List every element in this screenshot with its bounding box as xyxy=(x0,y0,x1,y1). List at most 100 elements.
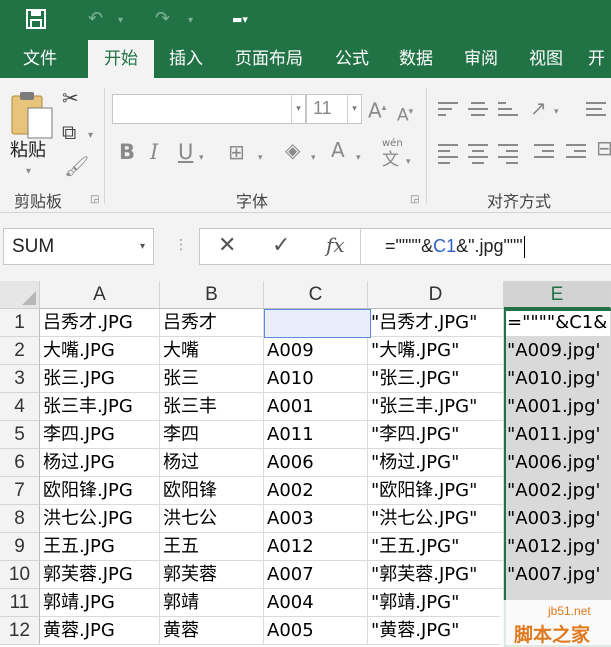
cell-e1[interactable]: =""""&C1& xyxy=(504,309,611,337)
tab-page-layout[interactable]: 页面布局 xyxy=(226,40,312,78)
enter-icon[interactable]: ✓ xyxy=(272,233,290,258)
tab-data[interactable]: 数据 xyxy=(390,40,442,78)
save-icon[interactable] xyxy=(25,8,47,30)
cell-b6[interactable]: 杨过 xyxy=(160,449,264,477)
cell-a7[interactable]: 欧阳锋.JPG xyxy=(40,477,160,505)
cell-a4[interactable]: 张三丰.JPG xyxy=(40,393,160,421)
row-header[interactable]: 3 xyxy=(0,365,40,393)
cell-a2[interactable]: 大嘴.JPG xyxy=(40,337,160,365)
tab-file[interactable]: 文件 xyxy=(8,40,72,78)
border-dropdown-icon[interactable]: ▾ xyxy=(258,148,263,168)
align-left-icon[interactable] xyxy=(438,144,458,168)
tab-view[interactable]: 视图 xyxy=(520,40,572,78)
cell-c8[interactable]: A003 xyxy=(264,505,368,533)
cell-e5[interactable]: "A011.jpg' xyxy=(504,421,611,449)
cell-a6[interactable]: 杨过.JPG xyxy=(40,449,160,477)
format-painter-icon[interactable]: 🖌 xyxy=(64,156,89,176)
cell-a8[interactable]: 洪七公.JPG xyxy=(40,505,160,533)
row-header[interactable]: 4 xyxy=(0,393,40,421)
orientation-dropdown-icon[interactable]: ▾ xyxy=(554,102,559,122)
cell-d1[interactable]: "吕秀才.JPG" xyxy=(368,309,504,337)
cell-a5[interactable]: 李四.JPG xyxy=(40,421,160,449)
cell-b11[interactable]: 郭靖 xyxy=(160,589,264,617)
cut-icon[interactable]: ✂ xyxy=(62,88,79,108)
cell-c5[interactable]: A011 xyxy=(264,421,368,449)
formula-bar-grip-icon[interactable]: ⋮ xyxy=(174,237,188,253)
cell-c7[interactable]: A002 xyxy=(264,477,368,505)
cell-e9[interactable]: "A012.jpg' xyxy=(504,533,611,561)
name-box[interactable]: SUM ▾ xyxy=(3,228,154,265)
cell-c9[interactable]: A012 xyxy=(264,533,368,561)
row-header[interactable]: 12 xyxy=(0,617,40,645)
row-header[interactable]: 5 xyxy=(0,421,40,449)
cell-d8[interactable]: "洪七公.JPG" xyxy=(368,505,504,533)
row-header[interactable]: 10 xyxy=(0,561,40,589)
bold-button[interactable]: B xyxy=(119,142,135,163)
cell-e6[interactable]: "A006.jpg' xyxy=(504,449,611,477)
tab-home[interactable]: 开始 xyxy=(88,40,154,78)
cell-e8[interactable]: "A003.jpg' xyxy=(504,505,611,533)
column-header-c[interactable]: C xyxy=(264,281,368,309)
font-launcher-icon[interactable]: ◲ xyxy=(410,194,419,205)
fill-color-icon[interactable]: ◈ xyxy=(285,140,300,160)
cell-d4[interactable]: "张三丰.JPG" xyxy=(368,393,504,421)
cell-a9[interactable]: 王五.JPG xyxy=(40,533,160,561)
tab-review[interactable]: 审阅 xyxy=(455,40,507,78)
row-header[interactable]: 9 xyxy=(0,533,40,561)
cell-c11[interactable]: A004 xyxy=(264,589,368,617)
row-header[interactable]: 8 xyxy=(0,505,40,533)
font-size-box[interactable]: 11 ▾ xyxy=(306,94,362,124)
cell-d6[interactable]: "杨过.JPG" xyxy=(368,449,504,477)
font-name-dropdown-icon[interactable]: ▾ xyxy=(291,95,305,123)
fill-color-dropdown-icon[interactable]: ▾ xyxy=(311,148,316,168)
cell-a12[interactable]: 黄蓉.JPG xyxy=(40,617,160,645)
cell-c3[interactable]: A010 xyxy=(264,365,368,393)
cell-c6[interactable]: A006 xyxy=(264,449,368,477)
cell-b2[interactable]: 大嘴 xyxy=(160,337,264,365)
cancel-icon[interactable]: ✕ xyxy=(218,233,236,258)
cell-c1[interactable]: A008 xyxy=(264,309,368,337)
align-right-icon[interactable] xyxy=(498,144,518,168)
cell-a11[interactable]: 郭靖.JPG xyxy=(40,589,160,617)
spreadsheet-grid[interactable]: A B C D E 1 吕秀才.JPG 吕秀才 A008 "吕秀才.JPG" =""""&… xyxy=(0,281,611,647)
phonetic-guide-icon[interactable]: 文 xyxy=(382,150,399,170)
cell-d12[interactable]: "黄蓉.JPG" xyxy=(368,617,504,645)
font-size-dropdown-icon[interactable]: ▾ xyxy=(347,95,361,123)
row-header[interactable]: 7 xyxy=(0,477,40,505)
cell-e3[interactable]: "A010.jpg' xyxy=(504,365,611,393)
undo-dropdown-icon[interactable]: ▾ xyxy=(118,12,123,30)
column-header-e[interactable]: E xyxy=(504,281,611,309)
cell-d11[interactable]: "郭靖.JPG" xyxy=(368,589,504,617)
tab-insert[interactable]: 插入 xyxy=(160,40,212,78)
customize-qat-icon[interactable]: ▬▾ xyxy=(232,11,248,29)
copy-icon[interactable]: ⧉ xyxy=(62,122,76,142)
clipboard-launcher-icon[interactable]: ◲ xyxy=(90,194,99,205)
cell-d9[interactable]: "王五.JPG" xyxy=(368,533,504,561)
merge-center-icon[interactable]: ⊟ xyxy=(596,138,611,158)
select-all-corner[interactable] xyxy=(0,281,40,309)
formula-input-area[interactable]: ✕ ✓ fx =""""&C1&".jpg""" xyxy=(199,228,611,265)
cell-d2[interactable]: "大嘴.JPG" xyxy=(368,337,504,365)
cell-a10[interactable]: 郭芙蓉.JPG xyxy=(40,561,160,589)
increase-font-icon[interactable]: A▴ xyxy=(368,98,386,121)
align-middle-icon[interactable] xyxy=(468,102,488,120)
cell-e10[interactable]: "A007.jpg' xyxy=(504,561,611,589)
decrease-indent-icon[interactable] xyxy=(534,144,554,162)
row-header[interactable]: 11 xyxy=(0,589,40,617)
cell-b7[interactable]: 欧阳锋 xyxy=(160,477,264,505)
align-center-icon[interactable] xyxy=(468,144,488,168)
row-header[interactable]: 1 xyxy=(0,309,40,337)
formula-input[interactable]: =""""&C1&".jpg""" xyxy=(385,229,525,264)
cell-e4[interactable]: "A001.jpg' xyxy=(504,393,611,421)
cell-b4[interactable]: 张三丰 xyxy=(160,393,264,421)
paste-icon[interactable] xyxy=(10,90,56,142)
align-top-icon[interactable] xyxy=(438,102,458,120)
cell-d10[interactable]: "郭芙蓉.JPG" xyxy=(368,561,504,589)
cell-b8[interactable]: 洪七公 xyxy=(160,505,264,533)
font-color-icon[interactable]: A xyxy=(331,140,345,160)
column-header-d[interactable]: D xyxy=(368,281,504,309)
redo-dropdown-icon[interactable]: ▾ xyxy=(188,12,193,30)
orientation-icon[interactable]: ↗ xyxy=(530,98,547,118)
row-header[interactable]: 6 xyxy=(0,449,40,477)
decrease-font-icon[interactable]: A▾ xyxy=(397,102,413,126)
